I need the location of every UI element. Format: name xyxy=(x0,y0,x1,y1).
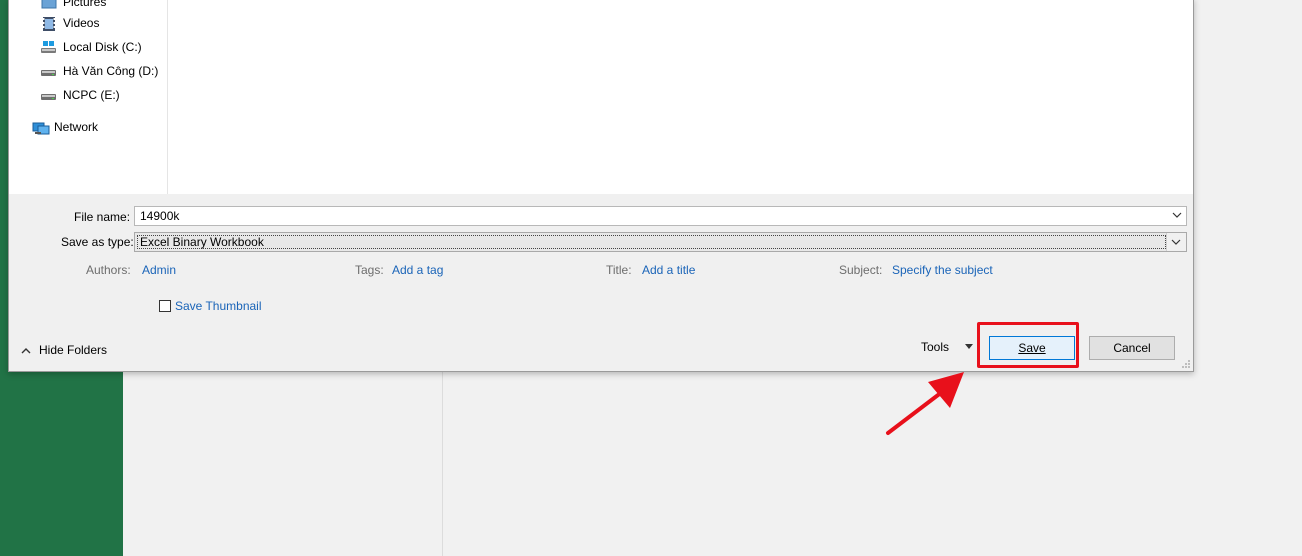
save-type-dropdown-button[interactable] xyxy=(1166,233,1186,251)
resize-grip-icon[interactable] xyxy=(1181,359,1191,369)
authors-label: Authors: xyxy=(86,263,131,277)
cancel-button[interactable]: Cancel xyxy=(1089,336,1175,360)
nav-item-videos[interactable]: Videos xyxy=(41,13,99,33)
local-disk-icon xyxy=(41,40,57,54)
file-list-area[interactable] xyxy=(168,0,1193,194)
chevron-down-icon xyxy=(1171,239,1181,245)
save-button-highlight xyxy=(977,322,1079,368)
nav-item-pictures[interactable]: Pictures xyxy=(41,0,106,12)
chevron-up-icon xyxy=(21,348,31,354)
nav-item-drive-e[interactable]: NCPC (E:) xyxy=(41,85,120,105)
save-type-value: Excel Binary Workbook xyxy=(140,235,264,249)
save-type-select[interactable]: Excel Binary Workbook xyxy=(134,232,1187,252)
cancel-button-label: Cancel xyxy=(1113,341,1151,355)
nav-item-network[interactable]: Network xyxy=(32,117,98,137)
hide-folders-label: Hide Folders xyxy=(39,343,108,357)
save-type-label: Save as type: xyxy=(61,235,134,249)
tools-label: Tools xyxy=(921,340,950,354)
file-name-value: 14900k xyxy=(140,209,180,223)
tags-label: Tags: xyxy=(355,263,384,277)
network-icon xyxy=(32,120,50,135)
subject-label: Subject: xyxy=(839,263,883,277)
save-thumbnail-label[interactable]: Save Thumbnail xyxy=(175,299,262,313)
file-name-field[interactable]: 14900k xyxy=(134,206,1187,226)
videos-folder-icon xyxy=(41,16,57,31)
nav-item-local-disk-c[interactable]: Local Disk (C:) xyxy=(41,37,142,57)
hide-folders-toggle[interactable]: Hide Folders xyxy=(21,343,107,357)
nav-item-label: Local Disk (C:) xyxy=(63,40,142,54)
caret-down-icon xyxy=(965,344,974,349)
navigation-pane: Pictures Videos Local Disk (C:) Hà Văn C… xyxy=(9,0,168,194)
file-name-label: File name: xyxy=(74,210,131,224)
authors-value[interactable]: Admin xyxy=(142,263,176,277)
save-thumbnail-checkbox[interactable] xyxy=(159,300,171,312)
backstage-divider xyxy=(442,370,443,556)
annotation-arrow-icon xyxy=(886,372,964,435)
focus-ring xyxy=(137,235,1166,249)
save-as-dialog: Pictures Videos Local Disk (C:) Hà Văn C… xyxy=(8,0,1194,372)
nav-item-label: Hà Văn Công (D:) xyxy=(63,64,159,78)
nav-item-label: Pictures xyxy=(63,0,107,9)
tags-value[interactable]: Add a tag xyxy=(392,263,443,277)
nav-item-label: Network xyxy=(54,120,99,134)
chevron-down-icon[interactable] xyxy=(1172,210,1182,220)
drive-icon xyxy=(41,88,57,102)
title-label: Title: xyxy=(606,263,632,277)
pictures-folder-icon xyxy=(41,0,57,9)
nav-item-label: NCPC (E:) xyxy=(63,88,120,102)
tools-menu-button[interactable]: Tools xyxy=(921,340,974,354)
subject-value[interactable]: Specify the subject xyxy=(892,263,993,277)
nav-item-label: Videos xyxy=(63,16,100,30)
title-value[interactable]: Add a title xyxy=(642,263,695,277)
drive-icon xyxy=(41,64,57,78)
nav-item-drive-d[interactable]: Hà Văn Công (D:) xyxy=(41,61,158,81)
